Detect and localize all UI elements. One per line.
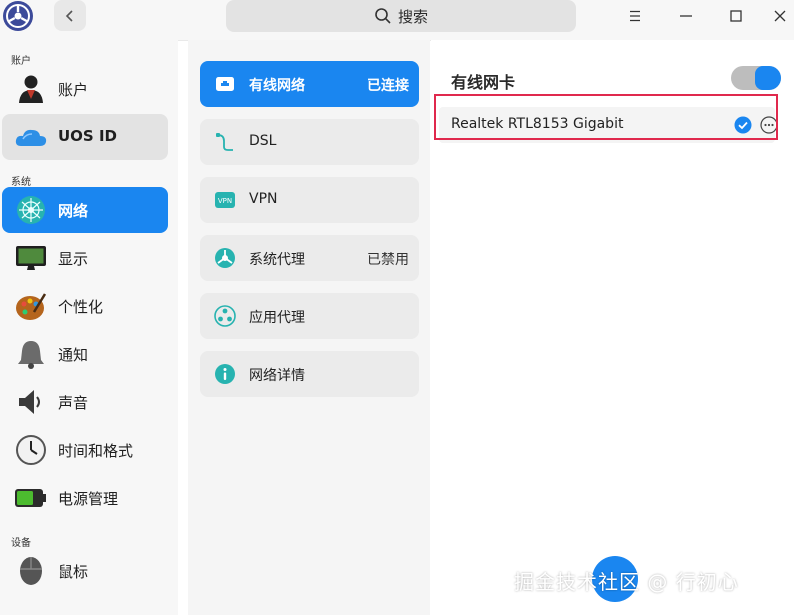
sidebar-item-network[interactable]: 网络 [2, 187, 168, 233]
menu-item-app-proxy[interactable]: 应用代理 [200, 293, 419, 339]
chevron-left-icon [65, 9, 73, 22]
dsl-icon [216, 133, 233, 151]
watermark: 掘金技术社区 @ 行初心 [514, 570, 739, 594]
group-label-system: 系统 [11, 177, 31, 188]
search-input[interactable]: 搜索 [226, 0, 576, 32]
back-button[interactable] [54, 0, 86, 31]
network-menu: 有线网络 已连接 DSL VPN VPN 系统代理 已禁用 应用代理 网络详情 [188, 40, 430, 615]
close-icon [774, 10, 786, 22]
bell-icon [18, 341, 44, 369]
sidebar-item-notification[interactable]: 通知 [2, 331, 168, 377]
proxy-icon [215, 248, 235, 268]
sidebar: 账户 账户 UOS ID 系统 网络 显示 个性化 通知 声音 时间和格式 电源… [0, 40, 178, 615]
wired-toggle[interactable] [731, 66, 781, 90]
menu-icon [630, 10, 640, 22]
speaker-icon [19, 390, 40, 414]
network-icon [17, 196, 45, 224]
menu-item-dsl[interactable]: DSL [200, 119, 419, 165]
sidebar-item-mouse[interactable]: 鼠标 [2, 548, 168, 594]
toggle-knob [755, 66, 781, 90]
title-bar: 搜索 [0, 0, 794, 41]
sidebar-item-display[interactable]: 显示 [2, 235, 168, 281]
cloud-icon [15, 129, 47, 146]
menu-button[interactable] [622, 3, 648, 29]
app-proxy-icon [214, 305, 236, 327]
minimize-button[interactable] [673, 3, 699, 29]
account-icon [19, 75, 43, 103]
maximize-button[interactable] [723, 3, 749, 29]
display-icon [16, 246, 46, 270]
highlight-annotation [434, 94, 778, 140]
panel-title: 有线网卡 [451, 73, 516, 92]
sidebar-item-sound[interactable]: 声音 [2, 379, 168, 425]
info-icon [215, 364, 235, 384]
app-logo-icon[interactable] [2, 0, 34, 32]
search-label: 搜索 [397, 7, 428, 26]
sidebar-item-power[interactable]: 电源管理 [2, 475, 168, 521]
svg-text:VPN: VPN [218, 197, 232, 205]
sidebar-item-account[interactable]: 账户 [2, 66, 168, 112]
sidebar-item-personalization[interactable]: 个性化 [2, 283, 168, 329]
menu-item-vpn[interactable]: VPN VPN [200, 177, 419, 223]
battery-icon [15, 489, 46, 507]
menu-item-wired[interactable]: 有线网络 已连接 [200, 61, 419, 107]
sidebar-item-time-format[interactable]: 时间和格式 [2, 427, 168, 473]
minimize-icon [680, 15, 692, 17]
close-button[interactable] [767, 3, 793, 29]
maximize-icon [730, 10, 742, 22]
personalization-icon [16, 293, 47, 320]
menu-item-network-details[interactable]: 网络详情 [200, 351, 419, 397]
search-icon [375, 8, 391, 24]
clock-icon [16, 435, 46, 465]
vpn-icon: VPN [215, 192, 235, 208]
menu-item-system-proxy[interactable]: 系统代理 已禁用 [200, 235, 419, 281]
wired-icon [216, 77, 234, 91]
group-label-account: 账户 [11, 56, 31, 67]
sidebar-item-uos-id[interactable]: UOS ID [2, 114, 168, 160]
group-label-device: 设备 [11, 538, 31, 549]
mouse-icon [20, 557, 42, 585]
